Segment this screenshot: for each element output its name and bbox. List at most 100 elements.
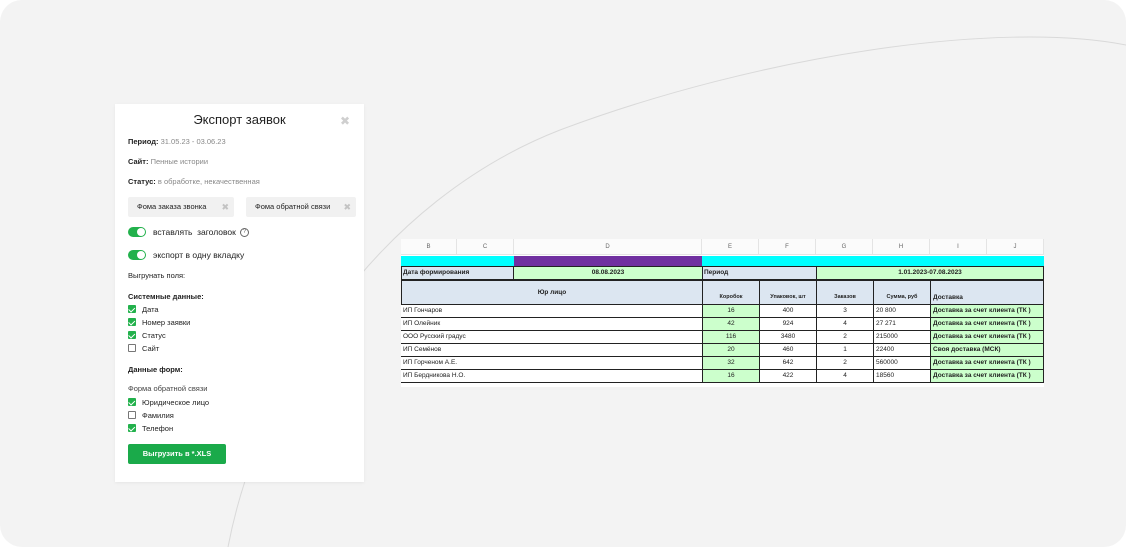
checkbox-label: Телефон xyxy=(142,423,174,433)
checkbox-surname[interactable]: Фамилия xyxy=(128,410,174,420)
toggle-switch[interactable] xyxy=(128,227,146,237)
checkbox[interactable] xyxy=(128,344,136,352)
cell-entity: ИП Горченом А.Е. xyxy=(401,357,702,370)
data-rows: ИП Гончаров 16 400 3 20 800 Доставка за счет … xyxy=(401,305,1044,385)
checkbox-date[interactable]: Дата xyxy=(128,304,159,314)
color-band xyxy=(702,256,1044,266)
checkbox[interactable] xyxy=(128,398,136,406)
dialog-title: Экспорт заявок xyxy=(193,112,286,127)
cell-entity: ООО Русский градус xyxy=(401,331,702,344)
column-header: J xyxy=(987,239,1044,255)
status-info: Статус: в обработке, некачественная xyxy=(128,177,260,186)
cell-entity: ИП Бердникова Н.О. xyxy=(401,370,702,383)
chip-label: Фома заказа звонка xyxy=(137,202,207,211)
cell-orders: 4 xyxy=(816,370,873,383)
chip-remove-icon[interactable]: ✖ xyxy=(221,197,229,217)
system-data-heading: Системные данные: xyxy=(128,292,204,301)
cell-delivery: Доставка за счет клиента (ТК ) xyxy=(930,305,1044,318)
checkbox-label: Номер заявки xyxy=(142,317,191,327)
cell-sum: 18560 xyxy=(873,370,930,383)
color-band xyxy=(401,256,514,266)
checkbox-label: Сайт xyxy=(142,343,160,353)
period-info: Период: 31.05.23 - 03.06.23 xyxy=(128,137,226,146)
cell-packages: 400 xyxy=(759,305,816,318)
form-chip-callback[interactable]: Фома заказа звонка ✖ xyxy=(128,197,234,217)
checkbox-status[interactable]: Статус xyxy=(128,330,166,340)
header-delivery: Доставка xyxy=(930,280,1044,305)
cell-entity: ИП Олейник xyxy=(401,318,702,331)
period-value-cell: 1.01.2023-07.08.2023 xyxy=(816,266,1044,280)
checkbox-label: Дата xyxy=(142,304,159,314)
cell-delivery: Доставка за счет клиента (ТК ) xyxy=(930,370,1044,383)
status-value: в обработке, некачественная xyxy=(157,177,260,186)
form-chip-feedback[interactable]: Фома обратной связи ✖ xyxy=(246,197,356,217)
cell-entity: ИП Гончаров xyxy=(401,305,702,318)
status-label: Статус: xyxy=(128,177,156,186)
cell-delivery: Своя доставка (МСК) xyxy=(930,344,1044,357)
cell-boxes: 32 xyxy=(702,357,759,370)
cell-sum: 215000 xyxy=(873,331,930,344)
site-label: Сайт: xyxy=(128,157,149,166)
period-label: Период: xyxy=(128,137,159,146)
cell-packages: 3480 xyxy=(759,331,816,344)
cell-boxes: 16 xyxy=(702,305,759,318)
checkbox[interactable] xyxy=(128,318,136,326)
cell-orders: 1 xyxy=(816,344,873,357)
cell-sum: 27 271 xyxy=(873,318,930,331)
column-header: G xyxy=(816,239,873,255)
cell-packages: 642 xyxy=(759,357,816,370)
date-value-cell: 08.08.2023 xyxy=(513,266,703,280)
form-name: Форма обратной связи xyxy=(128,384,208,393)
cell-delivery: Доставка за счет клиента (ТК ) xyxy=(930,331,1044,344)
column-header: B xyxy=(401,239,457,255)
date-label-cell: Дата формирования xyxy=(401,266,514,280)
export-xls-button[interactable]: Выгрузить в *.XLS xyxy=(128,444,226,464)
checkbox[interactable] xyxy=(128,424,136,432)
header-sum: Сумма, руб xyxy=(873,280,931,305)
checkbox-site[interactable]: Сайт xyxy=(128,343,159,353)
cell-packages: 422 xyxy=(759,370,816,383)
cell-boxes: 42 xyxy=(702,318,759,331)
cell-orders: 4 xyxy=(816,318,873,331)
export-dialog: Экспорт заявок ✖ Период: 31.05.23 - 03.0… xyxy=(115,104,364,482)
checkbox[interactable] xyxy=(128,305,136,313)
column-header: D xyxy=(514,239,702,255)
help-icon[interactable]: ? xyxy=(239,227,249,237)
toggle-label: экспорт в одну вкладку xyxy=(153,250,245,260)
cell-sum: 20 800 xyxy=(873,305,930,318)
header-boxes: Коробок xyxy=(702,280,760,305)
checkbox-request-number[interactable]: Номер заявки xyxy=(128,317,190,327)
color-band xyxy=(514,256,702,266)
checkbox-phone[interactable]: Телефон xyxy=(128,423,173,433)
background-canvas: Экспорт заявок ✖ Период: 31.05.23 - 03.0… xyxy=(0,0,1126,547)
header-orders: Заказов xyxy=(816,280,874,305)
header-entity: Юр лицо xyxy=(401,280,703,305)
toggle-single-tab[interactable]: экспорт в одну вкладку xyxy=(128,249,244,261)
cell-sum: 22400 xyxy=(873,344,930,357)
checkbox-label: Статус xyxy=(142,330,166,340)
checkbox-label: Юридическое лицо xyxy=(142,397,210,407)
checkbox[interactable] xyxy=(128,331,136,339)
cell-boxes: 16 xyxy=(702,370,759,383)
site-info: Сайт: Пенные истории xyxy=(128,157,208,166)
site-value: Пенные истории xyxy=(150,157,209,166)
close-icon[interactable]: ✖ xyxy=(339,115,351,127)
toggle-insert-header[interactable]: вставлять заголовок ? xyxy=(128,226,249,238)
checkbox[interactable] xyxy=(128,411,136,419)
checkbox-legal-entity[interactable]: Юридическое лицо xyxy=(128,397,209,407)
cell-orders: 3 xyxy=(816,305,873,318)
cell-sum: 560000 xyxy=(873,357,930,370)
cell-orders: 2 xyxy=(816,331,873,344)
cell-orders: 2 xyxy=(816,357,873,370)
cell-boxes: 116 xyxy=(702,331,759,344)
cell-delivery: Доставка за счет клиента (ТК ) xyxy=(930,318,1044,331)
column-header: E xyxy=(702,239,759,255)
toggle-switch[interactable] xyxy=(128,250,146,260)
chip-label: Фома обратной связи xyxy=(255,202,331,211)
spreadsheet-preview: B C D E F G H I J Дата формирования 08.0… xyxy=(401,239,1044,387)
cell-delivery: Доставка за счет клиента (ТК ) xyxy=(930,357,1044,370)
cell-packages: 924 xyxy=(759,318,816,331)
chip-remove-icon[interactable]: ✖ xyxy=(343,197,351,217)
fields-label: Выгрунать поля: xyxy=(128,271,186,280)
column-header: I xyxy=(930,239,987,255)
